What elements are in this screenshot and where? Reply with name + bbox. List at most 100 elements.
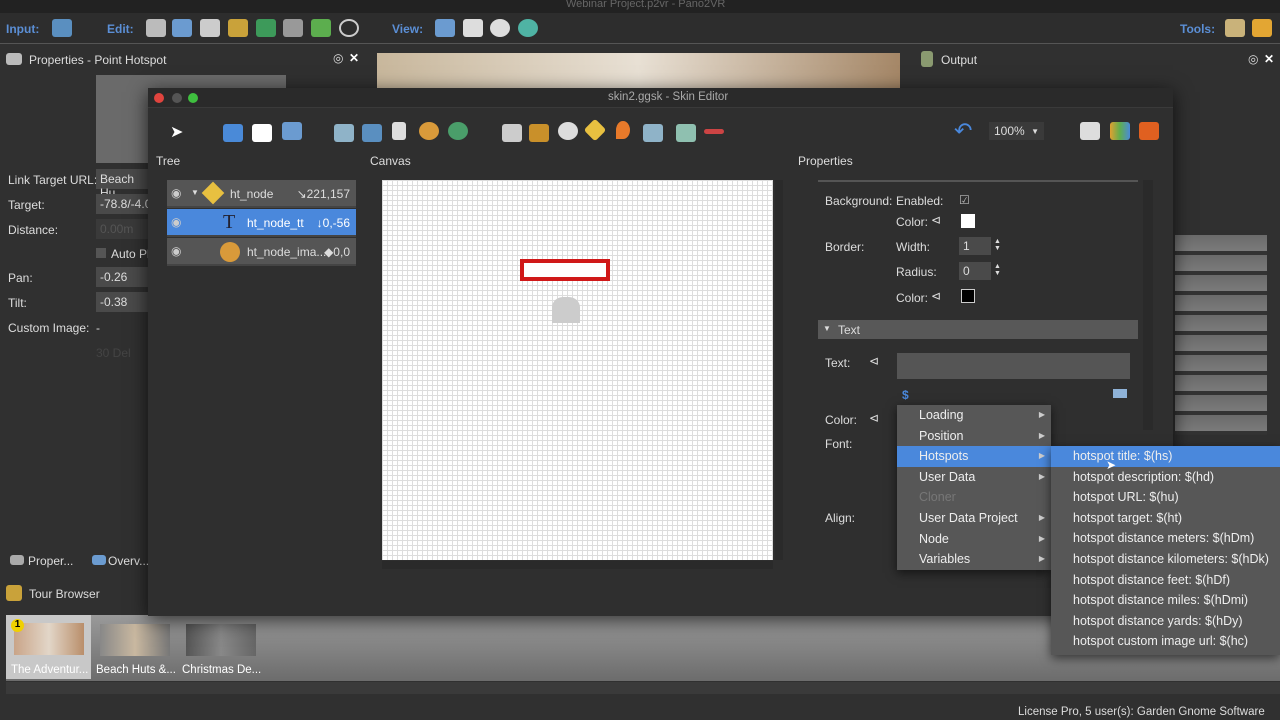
- image-edit-icon[interactable]: [200, 19, 220, 37]
- share-icon[interactable]: ⊲: [869, 411, 879, 425]
- menu-item-node[interactable]: Node ▶: [897, 529, 1051, 550]
- enabled-checkbox[interactable]: ☑: [959, 193, 970, 207]
- tab-overview[interactable]: Overv...: [90, 552, 150, 570]
- text-element[interactable]: [520, 259, 610, 281]
- share-icon[interactable]: ⊲: [931, 213, 941, 227]
- video-icon[interactable]: [643, 124, 663, 142]
- timer-icon[interactable]: [558, 122, 578, 140]
- text-section-header[interactable]: ▼ Text: [818, 320, 1138, 339]
- tilt-input[interactable]: -0.38: [96, 292, 156, 312]
- screen-icon[interactable]: [676, 124, 696, 142]
- edit-text-icon[interactable]: [1113, 389, 1127, 398]
- rotate-icon[interactable]: [518, 19, 538, 37]
- theme-icon[interactable]: [1110, 122, 1130, 140]
- hardhat-icon[interactable]: [1252, 19, 1272, 37]
- hotspot-icon[interactable]: [583, 118, 607, 142]
- select-pointer-icon[interactable]: ➤: [170, 122, 190, 141]
- menu-item-hotspots[interactable]: Hotspots ▶: [897, 446, 1051, 467]
- close-window-button[interactable]: [154, 93, 164, 103]
- distance-input[interactable]: 0.00m: [96, 219, 156, 239]
- target-input[interactable]: -78.8/-4.0: [96, 194, 156, 214]
- tab-properties[interactable]: Proper...: [8, 552, 80, 570]
- submenu-item[interactable]: hotspot distance kilometers: $(hDk): [1051, 549, 1280, 570]
- film-reel-icon[interactable]: [339, 19, 359, 37]
- submenu-item[interactable]: hotspot title: $(hs): [1051, 446, 1280, 467]
- canvas-vertical-scrollbar[interactable]: [775, 180, 783, 560]
- text-icon[interactable]: [282, 122, 302, 140]
- submenu-item[interactable]: hotspot URL: $(hu): [1051, 487, 1280, 508]
- visibility-eye-icon[interactable]: ◉: [171, 215, 181, 229]
- svg-icon[interactable]: [392, 122, 406, 140]
- border-radius-input[interactable]: 0: [959, 262, 991, 280]
- tour-item[interactable]: Christmas De...: [180, 615, 265, 679]
- stepper-icon[interactable]: ▲ ▼: [994, 263, 1001, 277]
- submenu-item[interactable]: hotspot description: $(hd): [1051, 467, 1280, 488]
- stepper-icon[interactable]: ▲ ▼: [994, 238, 1001, 252]
- menu-item-loading[interactable]: Loading ▶: [897, 405, 1051, 426]
- folder-icon[interactable]: [223, 124, 243, 142]
- preview-icon[interactable]: [1080, 122, 1100, 140]
- menu-item-position[interactable]: Position ▶: [897, 426, 1051, 447]
- tour-map-icon[interactable]: [228, 19, 248, 37]
- submenu-item[interactable]: hotspot distance yards: $(hDy): [1051, 611, 1280, 632]
- menu-item-user-data-project[interactable]: User Data Project ▶: [897, 508, 1051, 529]
- gnome-icon[interactable]: [283, 19, 303, 37]
- skin-canvas[interactable]: [382, 180, 773, 560]
- float-icon[interactable]: ◎: [1248, 52, 1258, 66]
- binoculars-icon[interactable]: [435, 19, 455, 37]
- submenu-item[interactable]: hotspot custom image url: $(hc): [1051, 631, 1280, 652]
- share-icon[interactable]: ⊲: [931, 289, 941, 303]
- patch-icon[interactable]: [256, 19, 276, 37]
- expand-arrow-icon[interactable]: ▼: [191, 188, 199, 197]
- auto-checkbox[interactable]: [96, 248, 106, 258]
- properties-icon[interactable]: [146, 19, 166, 37]
- toolbox-icon[interactable]: [1139, 122, 1159, 140]
- menu-item-variables[interactable]: Variables ▶: [897, 549, 1051, 570]
- tree-row[interactable]: ◉ T ht_node_tt ↓0,-56: [167, 209, 356, 237]
- submenu-item[interactable]: hotspot distance feet: $(hDf): [1051, 570, 1280, 591]
- visibility-eye-icon[interactable]: ◉: [171, 244, 181, 258]
- tour-item[interactable]: 1 The Adventur...: [6, 615, 91, 679]
- link-target-url-input[interactable]: Beach Hu: [96, 169, 156, 200]
- input-icon[interactable]: [52, 19, 72, 37]
- submenu-item[interactable]: hotspot target: $(ht): [1051, 508, 1280, 529]
- close-icon[interactable]: ✕: [1264, 52, 1274, 66]
- canvas-horizontal-scrollbar[interactable]: [382, 561, 773, 569]
- close-icon[interactable]: ✕: [349, 51, 359, 65]
- maximize-window-button[interactable]: [188, 93, 198, 103]
- tree-row[interactable]: ◉ ▼ ht_node ↘221,157: [167, 180, 356, 208]
- border-color-swatch[interactable]: [961, 289, 975, 303]
- map-pin-icon[interactable]: [616, 121, 630, 139]
- tour-browser-scrollbar[interactable]: [6, 682, 1280, 694]
- cloner-icon[interactable]: [529, 124, 549, 142]
- tree-row[interactable]: ◉ ht_node_ima... ◆0,0: [167, 238, 356, 266]
- container-icon[interactable]: [502, 124, 522, 142]
- viewer-icon[interactable]: [172, 19, 192, 37]
- insert-variable-button[interactable]: $: [902, 388, 909, 402]
- menu-item-user-data[interactable]: User Data ▶: [897, 467, 1051, 488]
- share-icon[interactable]: ⊲: [869, 354, 879, 368]
- zoom-select[interactable]: 100% ▼: [989, 122, 1044, 140]
- minimize-window-button[interactable]: [172, 93, 182, 103]
- border-width-input[interactable]: 1: [959, 237, 991, 255]
- map-globe-icon[interactable]: [448, 122, 468, 140]
- map-icon[interactable]: [311, 19, 331, 37]
- float-icon[interactable]: ◎: [333, 51, 343, 65]
- image-element[interactable]: [552, 297, 580, 323]
- submenu-item[interactable]: hotspot distance meters: $(hDm): [1051, 528, 1280, 549]
- pan-input[interactable]: -0.26: [96, 267, 156, 287]
- properties-scrollbar[interactable]: [1143, 180, 1153, 430]
- visibility-eye-icon[interactable]: ◉: [171, 186, 181, 200]
- scrollbar-icon[interactable]: [704, 129, 724, 134]
- wizard-icon[interactable]: [1225, 19, 1245, 37]
- bg-color-swatch[interactable]: [961, 214, 975, 228]
- clipboard-icon[interactable]: [463, 19, 483, 37]
- panorama-icon[interactable]: [419, 122, 439, 140]
- rectangle-icon[interactable]: [252, 124, 272, 142]
- tour-item[interactable]: Beach Huts &...: [94, 615, 179, 679]
- submenu-item[interactable]: hotspot distance miles: $(hDmi): [1051, 590, 1280, 611]
- compass-icon[interactable]: [490, 19, 510, 37]
- undo-icon[interactable]: ↶: [954, 118, 972, 144]
- text-input[interactable]: [897, 353, 1130, 379]
- button-icon[interactable]: [362, 124, 382, 142]
